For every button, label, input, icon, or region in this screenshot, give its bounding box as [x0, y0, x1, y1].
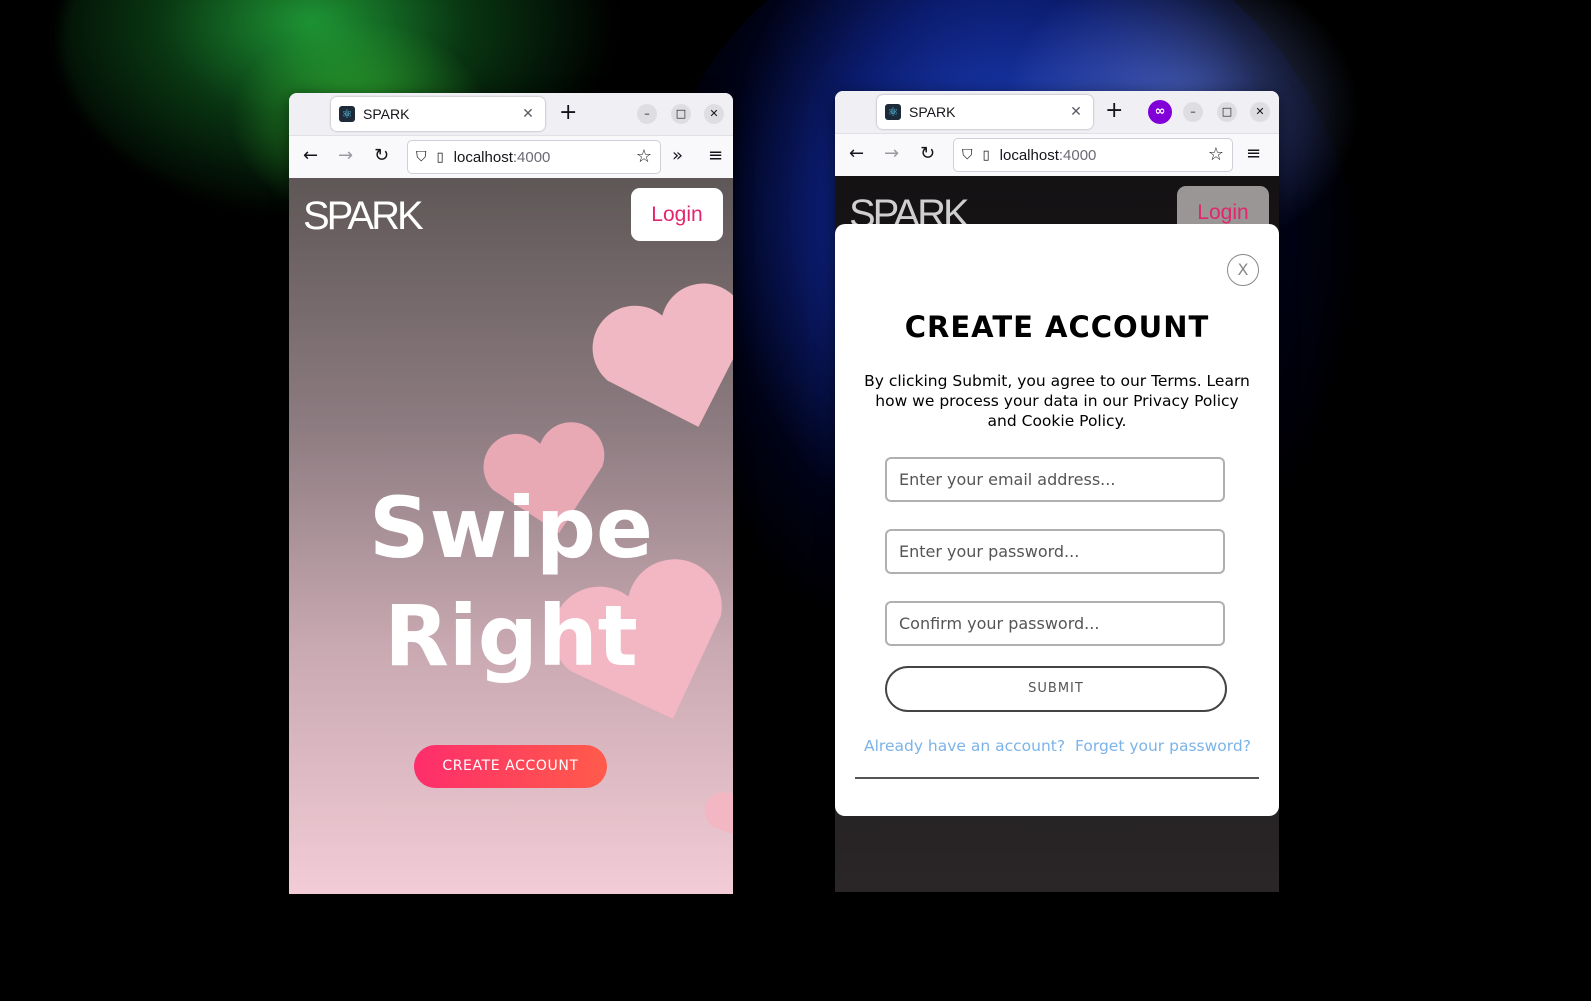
page-icon[interactable]: ▯: [983, 148, 990, 163]
email-field[interactable]: [885, 457, 1225, 502]
arrow-right-icon[interactable]: →: [338, 145, 353, 167]
hamburger-menu-icon[interactable]: ≡: [708, 145, 723, 167]
password-field[interactable]: [885, 529, 1225, 574]
browser-window-left: ⚛ SPARK ✕ + – □ ✕ ← → ↻ ⛉ ▯ localhost:40…: [289, 93, 733, 894]
browser-window-right: ⚛ SPARK ✕ + ∞ – □ ✕ ← → ↻ ⛉ ▯ localhost:…: [835, 91, 1279, 892]
reload-icon[interactable]: ↻: [920, 143, 935, 165]
close-icon[interactable]: X: [1227, 254, 1259, 286]
create-account-button[interactable]: CREATE ACCOUNT: [414, 745, 607, 788]
hamburger-menu-icon[interactable]: ≡: [1246, 143, 1261, 165]
reload-icon[interactable]: ↻: [374, 145, 389, 167]
chevron-double-right-icon[interactable]: »: [672, 145, 683, 167]
tab-title: SPARK: [363, 106, 410, 122]
url-text[interactable]: localhost:4000: [1000, 147, 1097, 164]
url-text[interactable]: localhost:4000: [454, 149, 551, 166]
page-icon[interactable]: ▯: [437, 150, 444, 165]
plus-icon[interactable]: +: [1105, 99, 1123, 123]
hero-title-line: Swipe: [369, 479, 653, 577]
heart-decoration: [704, 778, 733, 843]
browser-tab[interactable]: ⚛ SPARK ✕: [877, 95, 1093, 129]
shield-icon[interactable]: ⛉: [416, 149, 427, 165]
nav-bar: ← → ↻ ⛉ ▯ localhost:4000 ☆ » ≡: [289, 135, 733, 178]
page-viewport: SPARK Login X CREATE ACCOUNT By clicking…: [835, 176, 1279, 892]
divider: [855, 777, 1259, 779]
private-mask-icon: ∞: [1148, 100, 1172, 124]
tab-bar: ⚛ SPARK ✕ + ∞ – □ ✕: [835, 91, 1279, 133]
react-atom-icon: ⚛: [339, 106, 355, 122]
nav-bar: ← → ↻ ⛉ ▯ localhost:4000 ☆ ≡: [835, 133, 1279, 176]
arrow-right-icon[interactable]: →: [884, 143, 899, 165]
have-account-link[interactable]: Already have an account?: [864, 737, 1065, 755]
plus-icon[interactable]: +: [559, 101, 577, 125]
confirm-password-field[interactable]: [885, 601, 1225, 646]
react-atom-icon: ⚛: [885, 104, 901, 120]
url-bar[interactable]: ⛉ ▯ localhost:4000 ☆: [407, 140, 661, 174]
browser-tab[interactable]: ⚛ SPARK ✕: [331, 97, 545, 131]
tab-bar: ⚛ SPARK ✕ + – □ ✕: [289, 93, 733, 135]
login-button[interactable]: Login: [631, 188, 723, 241]
arrow-left-icon[interactable]: ←: [303, 145, 318, 167]
close-icon[interactable]: ✕: [704, 104, 724, 124]
close-icon[interactable]: ✕: [517, 106, 539, 122]
modal-title: CREATE ACCOUNT: [904, 310, 1210, 344]
maximize-icon[interactable]: □: [1217, 102, 1237, 122]
url-bar[interactable]: ⛉ ▯ localhost:4000 ☆: [953, 138, 1233, 172]
star-icon[interactable]: ☆: [1208, 144, 1224, 165]
page-viewport: SPARK Login Swipe Right CREATE ACCOUNT: [289, 178, 733, 894]
hero-title-line: Right: [384, 587, 638, 685]
submit-button[interactable]: SUBMIT: [885, 666, 1227, 712]
hero-title: Swipe Right: [289, 474, 733, 690]
star-icon[interactable]: ☆: [636, 146, 652, 167]
spark-logo[interactable]: SPARK: [303, 194, 424, 238]
close-icon[interactable]: ✕: [1250, 102, 1270, 122]
minimize-icon[interactable]: –: [637, 104, 657, 124]
maximize-icon[interactable]: □: [671, 104, 691, 124]
forgot-password-link[interactable]: Forget your password?: [1075, 737, 1251, 755]
arrow-left-icon[interactable]: ←: [849, 143, 864, 165]
shield-icon[interactable]: ⛉: [962, 147, 973, 163]
terms-text: By clicking Submit, you agree to our Ter…: [864, 372, 1250, 430]
minimize-icon[interactable]: –: [1183, 102, 1203, 122]
tab-title: SPARK: [909, 104, 956, 120]
close-icon[interactable]: ✕: [1065, 104, 1087, 120]
create-account-modal: X CREATE ACCOUNT By clicking Submit, you…: [835, 224, 1279, 816]
